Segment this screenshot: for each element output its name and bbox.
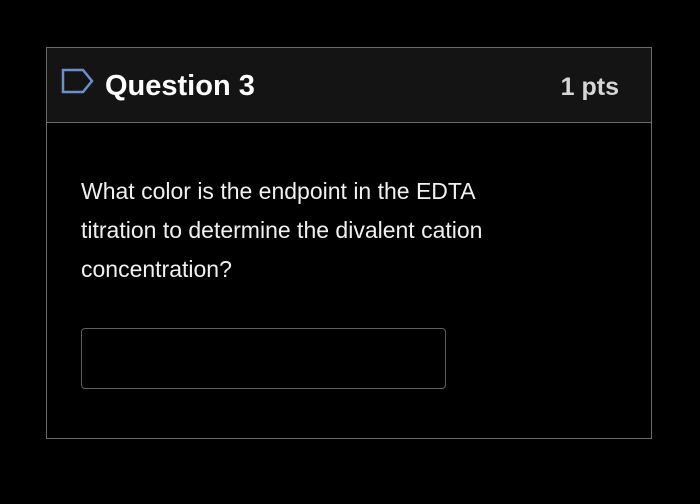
question-text: What color is the endpoint in the EDTA t…: [81, 178, 483, 282]
question-points: 1 pts: [560, 73, 619, 101]
question-title: Question 3: [105, 70, 255, 102]
question-card: Question 3 1 pts What color is the endpo…: [46, 47, 652, 439]
answer-input[interactable]: [81, 328, 446, 389]
question-header: Question 3 1 pts: [47, 48, 651, 123]
flag-question-icon[interactable]: [61, 68, 95, 94]
